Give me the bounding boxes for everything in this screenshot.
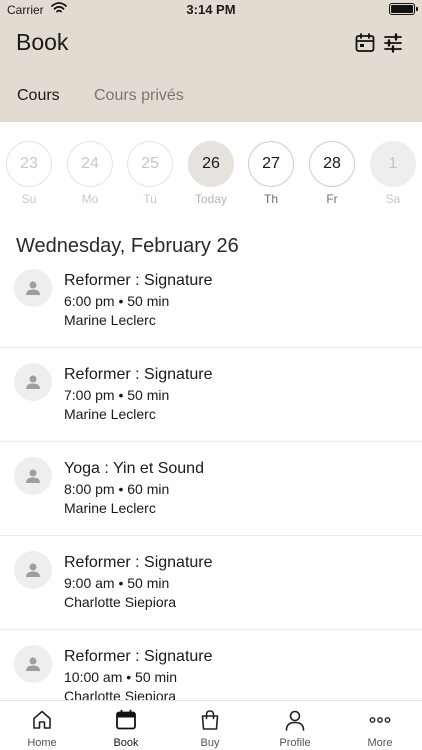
class-time: 9:00 am • 50 min [64,575,170,591]
sliders-icon[interactable] [383,33,403,53]
avatar [14,551,52,589]
status-bar: Carrier 3:14 PM [0,0,422,20]
page-title: Book [16,29,69,55]
tab-more-label: More [367,737,393,749]
day-item[interactable]: 27 Th [247,141,295,206]
tab-book-label: Book [113,737,139,749]
calendar-icon[interactable] [355,33,375,53]
day-item[interactable]: 25 Tu [126,141,174,206]
day-number: 23 [6,141,52,187]
day-label: Today [194,192,228,206]
calendar-icon [116,709,136,730]
tab-home-label: Home [27,737,57,749]
day-number: 27 [248,141,294,187]
class-name: Reformer : Signature [64,554,213,571]
day-label: Th [263,192,278,206]
day-item[interactable]: 1 Sa [369,141,417,206]
bag-icon [201,710,219,730]
class-time: 7:00 pm • 50 min [64,387,170,403]
day-number: 24 [67,141,113,187]
day-number: 1 [370,141,416,187]
avatar [14,269,52,307]
person-icon [26,469,40,483]
person-icon [285,710,305,731]
class-teacher: Marine Leclerc [64,312,156,328]
class-name: Reformer : Signature [64,366,213,383]
tab-home[interactable]: Home [0,701,84,750]
class-list: Reformer : Signature 6:00 pm • 50 min Ma… [0,254,422,724]
day-label: Su [21,192,37,206]
class-name: Reformer : Signature [64,648,213,665]
day-selector: 23 Su 24 Mo 25 Tu 26 Today 27 Th 28 Fr 1… [0,141,422,211]
day-number: 28 [309,141,355,187]
tab-profile-label: Profile [279,737,311,749]
class-name: Reformer : Signature [64,272,213,289]
day-item[interactable]: 23 Su [5,141,53,206]
day-item[interactable]: 28 Fr [308,141,356,206]
tab-cours-prives[interactable]: Cours privés [94,87,184,105]
header: Carrier 3:14 PM Book Cours Cours privés [0,0,422,122]
battery-icon [389,3,418,15]
day-item[interactable]: 24 Mo [66,141,114,206]
person-icon [26,657,40,671]
day-item-today[interactable]: 26 Today [187,141,235,206]
class-list-item[interactable]: Reformer : Signature 6:00 pm • 50 min Ma… [0,254,422,348]
class-list-item[interactable]: Reformer : Signature 9:00 am • 50 min Ch… [0,536,422,630]
class-time: 6:00 pm • 50 min [64,293,170,309]
day-label: Mo [81,192,99,206]
person-icon [26,375,40,389]
tab-bar: Home Book Buy Profile More [0,700,422,750]
class-time: 8:00 pm • 60 min [64,481,170,497]
day-number: 25 [127,141,173,187]
person-icon [26,563,40,577]
day-number: 26 [188,141,234,187]
more-dots-icon [369,717,391,723]
avatar [14,645,52,683]
class-teacher: Marine Leclerc [64,406,156,422]
class-teacher: Charlotte Siepiora [64,594,177,610]
class-teacher: Marine Leclerc [64,500,156,516]
tab-buy[interactable]: Buy [168,701,252,750]
tab-more[interactable]: More [338,701,422,750]
status-time: 3:14 PM [186,2,236,17]
class-list-item[interactable]: Reformer : Signature 7:00 pm • 50 min Ma… [0,348,422,442]
avatar [14,457,52,495]
day-label: Sa [385,192,401,206]
tab-book[interactable]: Book [84,701,168,750]
tab-profile[interactable]: Profile [253,701,337,750]
class-list-item[interactable]: Yoga : Yin et Sound 8:00 pm • 60 min Mar… [0,442,422,536]
home-icon [33,710,51,729]
class-time: 10:00 am • 50 min [64,669,178,685]
tab-cours[interactable]: Cours [17,87,60,105]
day-label: Fr [326,192,338,206]
person-icon [26,281,40,295]
avatar [14,363,52,401]
tab-buy-label: Buy [200,737,220,749]
day-label: Tu [143,192,157,206]
class-name: Yoga : Yin et Sound [64,460,204,477]
